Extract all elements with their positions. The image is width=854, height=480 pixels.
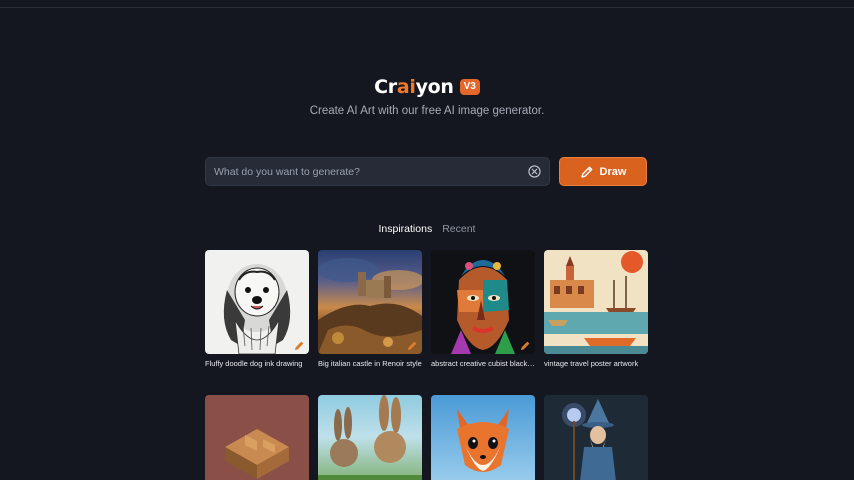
gallery-card[interactable]: abstract creative cubist black man xyxy=(431,250,535,395)
gallery-image xyxy=(431,250,535,354)
brand-logo[interactable]: Craiyon xyxy=(374,76,454,98)
gallery-card[interactable]: vintage travel poster artwork xyxy=(544,250,648,395)
gallery-image xyxy=(205,250,309,354)
gallery-image xyxy=(431,395,535,480)
gallery-caption: Fluffy doodle dog ink drawing xyxy=(205,359,303,368)
gallery-caption: vintage travel poster artwork xyxy=(544,359,639,368)
draw-button[interactable]: Draw xyxy=(559,157,647,186)
gallery-caption: abstract creative cubist black man xyxy=(431,359,535,368)
pencil-icon[interactable] xyxy=(520,340,531,351)
prompt-input[interactable] xyxy=(214,165,527,178)
brand: Craiyon V3 xyxy=(0,76,854,98)
tagline: Create AI Art with our free AI image gen… xyxy=(309,105,545,117)
inspiration-grid: Fluffy doodle dog ink drawing Big italia… xyxy=(205,250,648,480)
gallery-card[interactable] xyxy=(205,395,309,480)
clear-icon[interactable] xyxy=(527,165,541,179)
gallery-image xyxy=(544,395,648,480)
gallery-card[interactable] xyxy=(431,395,535,480)
gallery-card[interactable]: Fluffy doodle dog ink drawing xyxy=(205,250,309,395)
gallery-caption: Big italian castle in Renoir style xyxy=(318,359,422,368)
prompt-search-bar xyxy=(205,157,550,186)
draw-button-label: Draw xyxy=(599,165,627,178)
gallery-tabs: Inspirations Recent xyxy=(0,223,854,235)
version-badge: V3 xyxy=(459,79,480,95)
gallery-card[interactable] xyxy=(544,395,648,480)
gallery-image xyxy=(544,250,648,354)
tab-recent[interactable]: Recent xyxy=(442,223,475,235)
tab-inspirations[interactable]: Inspirations xyxy=(379,223,433,235)
gallery-card[interactable]: Big italian castle in Renoir style xyxy=(318,250,422,395)
gallery-image xyxy=(318,395,422,480)
gallery-image xyxy=(318,250,422,354)
pencil-icon xyxy=(580,166,592,178)
pencil-icon[interactable] xyxy=(294,340,305,351)
top-bar xyxy=(0,0,854,8)
gallery-card[interactable] xyxy=(318,395,422,480)
pencil-icon[interactable] xyxy=(407,340,418,351)
gallery-image xyxy=(205,395,309,480)
